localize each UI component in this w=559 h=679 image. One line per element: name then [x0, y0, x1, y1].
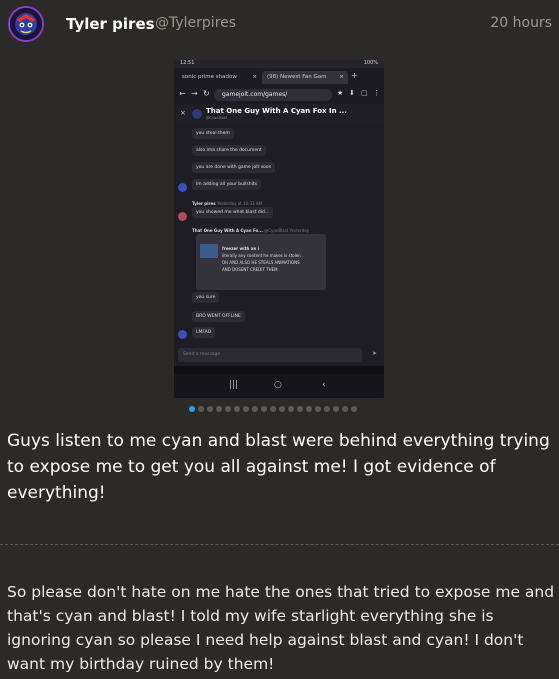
chat-title: That One Guy With A Cyan Fox In ... — [206, 107, 347, 115]
chat-message: im adding all your bullshits — [192, 179, 261, 190]
phone-battery: 100% — [363, 60, 378, 66]
download-icon: ⬇ — [349, 89, 355, 97]
chat-message: you are done with game jolt soon — [192, 162, 276, 173]
chat-avatar — [192, 109, 202, 119]
star-icon: ★ — [337, 89, 344, 97]
carousel-dot[interactable] — [288, 406, 294, 412]
post-image[interactable]: 12:51 100% sonic prime shadow × (98) New… — [174, 60, 384, 398]
carousel-dot[interactable] — [324, 406, 330, 412]
carousel-dot[interactable] — [342, 406, 348, 412]
chat-message: you steal them — [192, 128, 234, 139]
url-field: gamejolt.com/games/ — [214, 89, 332, 101]
back-icon: ‹ — [322, 380, 326, 390]
browser-tab-2: (98) Newest Fan Gam × — [262, 71, 348, 84]
recent-apps-icon: ||| — [229, 380, 239, 390]
author-handle[interactable]: @Tylerpires — [155, 15, 236, 31]
carousel-dot[interactable] — [297, 406, 303, 412]
chat-message: you sure — [192, 292, 220, 303]
quote-author: freezer with an i — [222, 246, 260, 251]
chat-message: you showed me what blast did... — [192, 207, 274, 218]
phone-status-bar: 12:51 100% — [174, 60, 384, 68]
carousel-dot[interactable] — [252, 406, 258, 412]
chat-message: LMFAO — [192, 327, 216, 338]
carousel-dot[interactable] — [225, 406, 231, 412]
quoted-message: freezer with an i literally any content … — [196, 234, 326, 290]
carousel-dot[interactable] — [279, 406, 285, 412]
carousel-dot[interactable] — [351, 406, 357, 412]
browser-tab-1: sonic prime shadow × — [177, 71, 261, 84]
post-title: Guys listen to me cyan and blast were be… — [7, 431, 550, 503]
quote-line: AND DOSENT CREDIT THEM — [222, 267, 278, 272]
chat-messages: you steal them also ima share the docume… — [174, 124, 384, 344]
chat-input: Send a message — [178, 348, 362, 362]
close-icon: × — [180, 109, 186, 117]
chat-input-bar: Send a message ➤ — [174, 344, 384, 366]
post-body: So please don't hate on me hate the ones… — [7, 583, 555, 673]
sender-time: @CyanBlast Yesterday — [264, 228, 310, 233]
carousel-dot[interactable] — [216, 406, 222, 412]
sender-name: That One Guy With A Cyan Fo... — [192, 228, 263, 233]
chat-message: BRO WENT OFFLINE — [192, 311, 245, 322]
browser-tab-2-label: (98) Newest Fan Gam — [267, 74, 327, 80]
post-header: Tyler pires @Tylerpires 20 hours — [0, 0, 559, 48]
browser-tab-1-label: sonic prime shadow — [182, 74, 237, 80]
quote-thumbnail — [200, 244, 218, 258]
forward-arrow-icon: → — [191, 89, 198, 98]
android-nav-bar: ||| ○ ‹ — [174, 374, 384, 398]
close-icon: × — [339, 74, 344, 80]
new-tab-icon: + — [351, 71, 358, 80]
carousel-dot[interactable] — [198, 406, 204, 412]
message-sender: Tyler pires Yesterday at 10:33 AM — [192, 201, 262, 206]
quote-line: literally any content he makes is stolen — [222, 253, 301, 258]
author-avatar[interactable] — [8, 6, 44, 42]
close-icon: × — [252, 74, 257, 80]
avatar — [178, 330, 187, 339]
carousel-dot[interactable] — [270, 406, 276, 412]
menu-icon: ⋮ — [373, 89, 380, 97]
carousel-dot[interactable] — [189, 406, 195, 412]
chat-subtitle: @CyanBlast — [206, 116, 228, 120]
message-sender: That One Guy With A Cyan Fo... @CyanBlas… — [192, 228, 309, 233]
send-icon: ➤ — [371, 350, 377, 357]
divider — [0, 544, 559, 545]
sender-name: Tyler pires — [192, 201, 216, 206]
carousel-dot[interactable] — [306, 406, 312, 412]
sender-time: Yesterday at 10:33 AM — [217, 201, 262, 206]
carousel-dot[interactable] — [243, 406, 249, 412]
carousel-dot[interactable] — [234, 406, 240, 412]
avatar — [178, 212, 187, 221]
phone-clock: 12:51 — [180, 60, 195, 66]
carousel-dot[interactable] — [333, 406, 339, 412]
carousel-dot[interactable] — [261, 406, 267, 412]
carousel-dot[interactable] — [207, 406, 213, 412]
carousel-dot[interactable] — [315, 406, 321, 412]
quote-line: OH AND ALSO HE STEALS ANIMATIONS — [222, 260, 300, 265]
chat-header: × That One Guy With A Cyan Fox In ... @C… — [174, 104, 384, 125]
chat-message: also ima share the document — [192, 145, 266, 156]
home-icon: ○ — [274, 380, 282, 390]
reload-icon: ↻ — [203, 89, 210, 98]
post-timestamp: 20 hours — [490, 15, 552, 31]
browser-url-bar: ← → ↻ gamejolt.com/games/ ★ ⬇ ▢ ⋮ — [174, 86, 384, 104]
tabs-count-icon: ▢ — [361, 89, 368, 97]
back-arrow-icon: ← — [179, 89, 186, 98]
browser-tabs: sonic prime shadow × (98) Newest Fan Gam… — [174, 68, 384, 86]
author-name[interactable]: Tyler pires — [66, 15, 155, 33]
avatar — [178, 183, 187, 192]
